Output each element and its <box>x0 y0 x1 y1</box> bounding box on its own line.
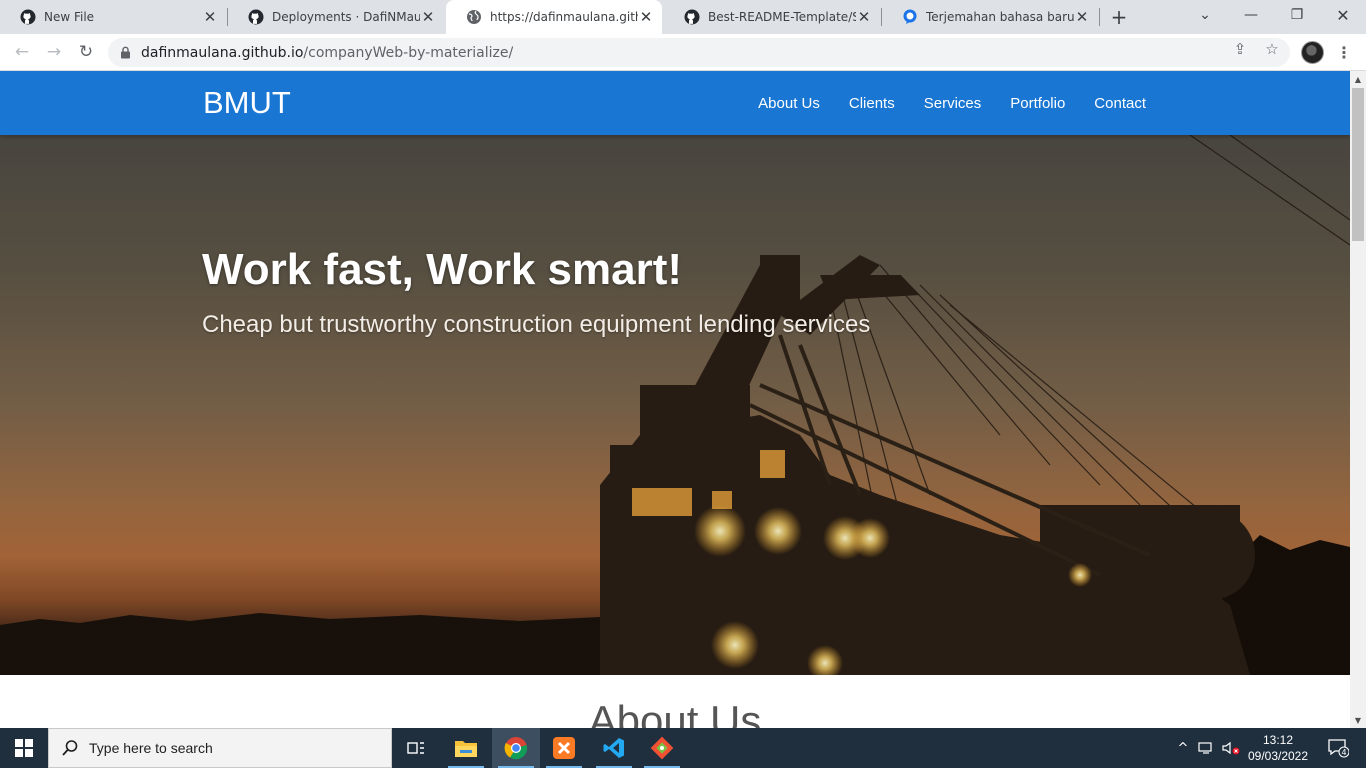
tab-divider <box>1099 8 1100 26</box>
browser-menu-icon[interactable]: ⋮ <box>1334 42 1354 62</box>
back-button[interactable]: ← <box>10 40 34 64</box>
reload-button[interactable]: ↻ <box>74 40 98 64</box>
restore-button[interactable]: ❐ <box>1274 0 1320 30</box>
nav-services[interactable]: Services <box>924 95 982 112</box>
close-window-button[interactable]: ✕ <box>1320 0 1366 30</box>
github-icon <box>684 9 700 25</box>
nav-contact[interactable]: Contact <box>1094 95 1146 112</box>
bookmark-star-icon[interactable]: ☆ <box>1262 39 1282 59</box>
globe-icon <box>467 10 481 24</box>
tab-strip: New File ✕ Deployments · DafiNMaulana ✕ … <box>0 0 1366 34</box>
tab-terjemahan[interactable]: Terjemahan bahasa baru - ba ✕ <box>882 0 1098 34</box>
tab-title: https://dafinmaulana.github.io <box>490 10 638 24</box>
new-tab-button[interactable]: + <box>1108 5 1130 29</box>
volume-muted-icon[interactable] <box>1220 728 1242 768</box>
notification-center-icon[interactable]: 4 <box>1318 728 1358 768</box>
network-icon[interactable] <box>1196 728 1216 768</box>
clock-time: 13:12 <box>1262 733 1294 747</box>
url-path: /companyWeb-by-materialize/ <box>303 44 514 61</box>
profile-avatar[interactable] <box>1301 41 1324 64</box>
hero-title: Work fast, Work smart! <box>202 245 683 294</box>
github-icon <box>248 9 264 25</box>
url-host: dafinmaulana.github.io <box>141 44 304 61</box>
browser-toolbar: ← → ↻ dafinmaulana.github.io/companyWeb-… <box>0 34 1366 71</box>
clock-date: 09/03/2022 <box>1247 749 1309 763</box>
tab-title: Best-README-Template/Scre <box>708 10 856 24</box>
start-button[interactable] <box>0 728 48 768</box>
close-icon[interactable]: ✕ <box>202 8 218 26</box>
minimize-button[interactable]: — <box>1228 0 1274 30</box>
tab-title: Deployments · DafiNMaulana <box>272 10 420 24</box>
site-navbar: BMUT About Us Clients Services Portfolio… <box>0 71 1350 135</box>
search-placeholder: Type here to search <box>89 740 213 756</box>
tab-search-chevron-icon[interactable]: ⌄ <box>1182 0 1228 30</box>
tab-active-site[interactable]: https://dafinmaulana.github.io ✕ <box>446 0 662 34</box>
chrome-icon[interactable] <box>492 728 540 768</box>
page-scrollbar[interactable]: ▲ ▼ <box>1350 71 1366 728</box>
close-icon[interactable]: ✕ <box>420 8 436 26</box>
scroll-down-arrow-icon[interactable]: ▼ <box>1350 712 1366 728</box>
close-icon[interactable]: ✕ <box>638 8 654 26</box>
vscode-icon[interactable] <box>590 728 638 768</box>
tab-title: New File <box>44 10 95 24</box>
system-clock[interactable]: 13:12 09/03/2022 <box>1246 732 1310 764</box>
lock-icon[interactable] <box>120 46 131 59</box>
close-icon[interactable]: ✕ <box>856 8 872 26</box>
git-gui-icon[interactable] <box>638 728 686 768</box>
web-page: BMUT About Us Clients Services Portfolio… <box>0 71 1350 728</box>
scroll-thumb[interactable] <box>1352 88 1364 241</box>
share-icon[interactable]: ⇪ <box>1230 39 1250 59</box>
nav-about-us[interactable]: About Us <box>758 95 820 112</box>
github-icon <box>20 9 36 25</box>
search-icon <box>62 740 78 756</box>
hero-banner: Work fast, Work smart! Cheap but trustwo… <box>0 135 1350 675</box>
taskbar-search-box[interactable]: Type here to search <box>48 728 392 768</box>
nav-portfolio[interactable]: Portfolio <box>1010 95 1065 112</box>
hero-subtitle: Cheap but trustworthy construction equip… <box>202 311 871 338</box>
tab-new-file[interactable]: New File ✕ <box>0 0 226 34</box>
file-explorer-icon[interactable] <box>442 728 490 768</box>
brand-logo[interactable]: BMUT <box>203 85 291 121</box>
close-icon[interactable]: ✕ <box>1074 8 1090 26</box>
tab-title: Terjemahan bahasa baru - ba <box>926 10 1074 24</box>
about-us-heading: About Us <box>588 697 762 728</box>
notification-count: 4 <box>1341 748 1346 757</box>
nav-links: About Us Clients Services Portfolio Cont… <box>729 71 1146 135</box>
address-bar[interactable]: dafinmaulana.github.io/companyWeb-by-mat… <box>108 38 1290 67</box>
windows-logo-icon <box>15 739 33 757</box>
show-hidden-icons-chevron-icon[interactable]: ^ <box>1174 728 1192 768</box>
hero-background-image <box>0 135 1350 675</box>
scroll-up-arrow-icon[interactable]: ▲ <box>1350 71 1366 87</box>
forward-button[interactable]: → <box>42 40 66 64</box>
tab-readme-template[interactable]: Best-README-Template/Scre ✕ <box>664 0 880 34</box>
windows-taskbar: Type here to search ^ 13:12 09/03/2022 4 <box>0 728 1366 768</box>
tab-deployments[interactable]: Deployments · DafiNMaulana ✕ <box>228 0 444 34</box>
nav-clients[interactable]: Clients <box>849 95 895 112</box>
task-view-icon[interactable] <box>392 728 440 768</box>
chat-icon <box>903 9 917 24</box>
xampp-icon[interactable] <box>540 728 588 768</box>
